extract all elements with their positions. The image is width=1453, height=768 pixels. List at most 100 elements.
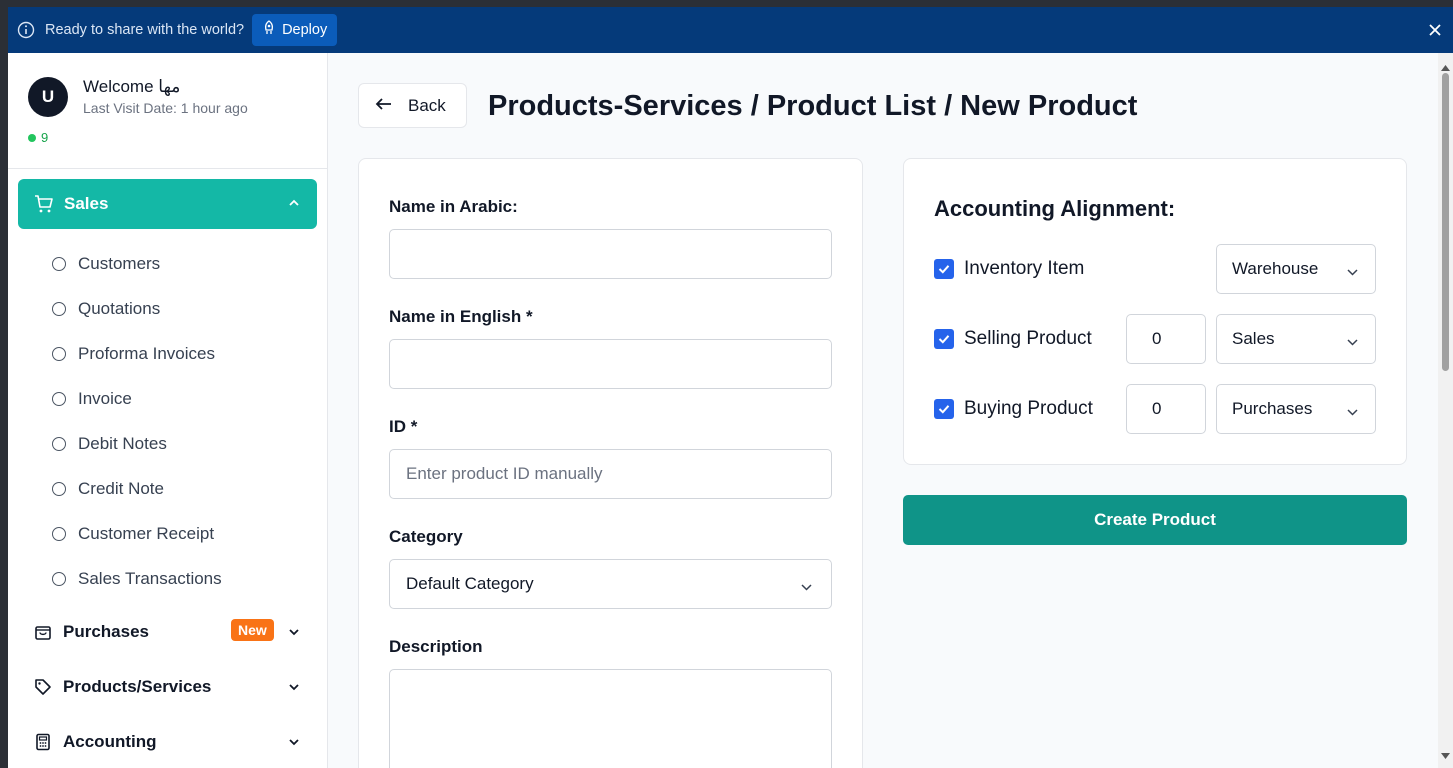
close-icon[interactable]: [1427, 22, 1443, 38]
create-product-button[interactable]: Create Product: [903, 495, 1407, 545]
sidebar-item-label: Products/Services: [63, 677, 212, 696]
shopping-bag-icon: [33, 622, 53, 642]
circle-icon: [52, 482, 66, 496]
arrow-left-icon: [375, 96, 392, 116]
cart-icon: [34, 194, 54, 214]
sidebar-subitem-label: Sales Transactions: [78, 569, 222, 588]
sidebar-subitem-label: Debit Notes: [78, 434, 167, 453]
chevron-down-icon: [800, 579, 813, 599]
sidebar-subitem-customers[interactable]: Customers: [52, 252, 160, 276]
sidebar-subitem-quotations[interactable]: Quotations: [52, 297, 160, 321]
accounting-title: Accounting Alignment:: [934, 196, 1176, 221]
sidebar-item-label: Accounting: [63, 732, 157, 751]
back-label: Back: [408, 95, 446, 115]
deploy-button[interactable]: Deploy: [252, 14, 338, 46]
description-textarea[interactable]: [389, 669, 832, 768]
selling-product-label: Selling Product: [964, 328, 1092, 349]
scroll-down-icon[interactable]: [1441, 747, 1450, 765]
sidebar-item-purchases[interactable]: Purchases New: [33, 618, 313, 646]
chevron-down-icon: [1346, 334, 1359, 354]
app-window: Ready to share with the world? Deploy U …: [8, 7, 1453, 768]
page-title: Products-Services / Product List / New P…: [488, 90, 1138, 122]
product-form-card: Name in Arabic: Name in English * ID * E…: [358, 158, 863, 768]
warehouse-select[interactable]: Warehouse: [1216, 244, 1376, 294]
sidebar-divider: [8, 168, 328, 169]
new-badge: New: [231, 619, 274, 641]
chevron-down-icon: [1346, 264, 1359, 284]
circle-icon: [52, 527, 66, 541]
buying-product-row: Buying Product 0 Purchases: [934, 384, 1378, 434]
inventory-item-label: Inventory Item: [964, 258, 1085, 279]
id-label: ID *: [389, 417, 418, 436]
name-english-label: Name in English *: [389, 307, 533, 326]
online-count: 9: [41, 130, 49, 145]
banner-message: Ready to share with the world?: [45, 22, 245, 38]
online-dot-icon: [28, 133, 36, 142]
main-content: Back Products-Services / Product List / …: [328, 53, 1438, 768]
chevron-down-icon: [287, 624, 301, 644]
chevron-up-icon: [287, 196, 301, 215]
deploy-label: Deploy: [282, 22, 328, 38]
buying-product-label: Buying Product: [964, 398, 1093, 419]
sidebar-subitem-label: Customer Receipt: [78, 524, 215, 543]
sidebar-item-label: Purchases: [63, 622, 149, 641]
sales-value: Sales: [1232, 329, 1275, 348]
sidebar-subitem-proforma-invoices[interactable]: Proforma Invoices: [52, 342, 215, 366]
sidebar-subitem-label: Credit Note: [78, 479, 164, 498]
buying-number-input[interactable]: 0: [1126, 384, 1206, 434]
sales-select[interactable]: Sales: [1216, 314, 1376, 364]
info-icon: [17, 21, 35, 39]
back-button[interactable]: Back: [358, 83, 467, 128]
category-label: Category: [389, 527, 463, 546]
product-id-input[interactable]: Enter product ID manually: [389, 449, 832, 499]
last-visit-text: Last Visit Date: 1 hour ago: [83, 100, 248, 116]
circle-icon: [52, 572, 66, 586]
accounting-alignment-card: Accounting Alignment: Inventory Item War…: [903, 158, 1407, 465]
circle-icon: [52, 437, 66, 451]
deploy-banner: Ready to share with the world? Deploy: [8, 7, 1453, 53]
calculator-icon: [33, 732, 53, 752]
circle-icon: [52, 257, 66, 271]
purchases-value: Purchases: [1232, 399, 1313, 418]
inventory-item-row: Inventory Item Warehouse: [934, 244, 1378, 294]
sidebar-item-accounting[interactable]: Accounting: [33, 728, 313, 756]
sidebar-item-sales[interactable]: Sales: [18, 179, 317, 229]
buying-product-checkbox[interactable]: [934, 399, 954, 419]
sidebar-subitem-customer-receipt[interactable]: Customer Receipt: [52, 522, 214, 546]
category-select[interactable]: Default Category: [389, 559, 832, 609]
selling-product-checkbox[interactable]: [934, 329, 954, 349]
sidebar-subitem-label: Customers: [78, 254, 161, 273]
sidebar-subitem-debit-notes[interactable]: Debit Notes: [52, 432, 167, 456]
description-label: Description: [389, 637, 483, 656]
chevron-down-icon: [287, 679, 301, 699]
sidebar-subitem-label: Invoice: [78, 389, 132, 408]
scrollbar-thumb[interactable]: [1442, 73, 1449, 371]
inventory-item-checkbox[interactable]: [934, 259, 954, 279]
sidebar-subitem-label: Quotations: [78, 299, 161, 318]
welcome-text: Welcome مها: [83, 77, 181, 96]
avatar[interactable]: U: [28, 77, 68, 117]
sidebar-subitem-credit-note[interactable]: Credit Note: [52, 477, 164, 501]
circle-icon: [52, 302, 66, 316]
tag-icon: [33, 677, 53, 697]
circle-icon: [52, 347, 66, 361]
sidebar-subitem-sales-transactions[interactable]: Sales Transactions: [52, 567, 222, 591]
online-indicator: 9: [28, 130, 48, 145]
name-arabic-input[interactable]: [389, 229, 832, 279]
selling-number-input[interactable]: 0: [1126, 314, 1206, 364]
category-value: Default Category: [406, 574, 534, 593]
warehouse-value: Warehouse: [1232, 259, 1319, 278]
sidebar-item-label: Sales: [64, 194, 109, 213]
selling-product-row: Selling Product 0 Sales: [934, 314, 1378, 364]
chevron-down-icon: [287, 734, 301, 754]
sidebar-subitem-invoice[interactable]: Invoice: [52, 387, 132, 411]
name-english-input[interactable]: [389, 339, 832, 389]
sidebar: U Welcome مها Last Visit Date: 1 hour ag…: [8, 53, 328, 768]
purchases-select[interactable]: Purchases: [1216, 384, 1376, 434]
sidebar-item-products-services[interactable]: Products/Services: [33, 673, 313, 701]
scrollbar[interactable]: [1438, 53, 1453, 768]
sidebar-subitem-label: Proforma Invoices: [78, 344, 215, 363]
rocket-icon: [262, 20, 276, 40]
chevron-down-icon: [1346, 404, 1359, 424]
name-arabic-label: Name in Arabic:: [389, 197, 518, 216]
